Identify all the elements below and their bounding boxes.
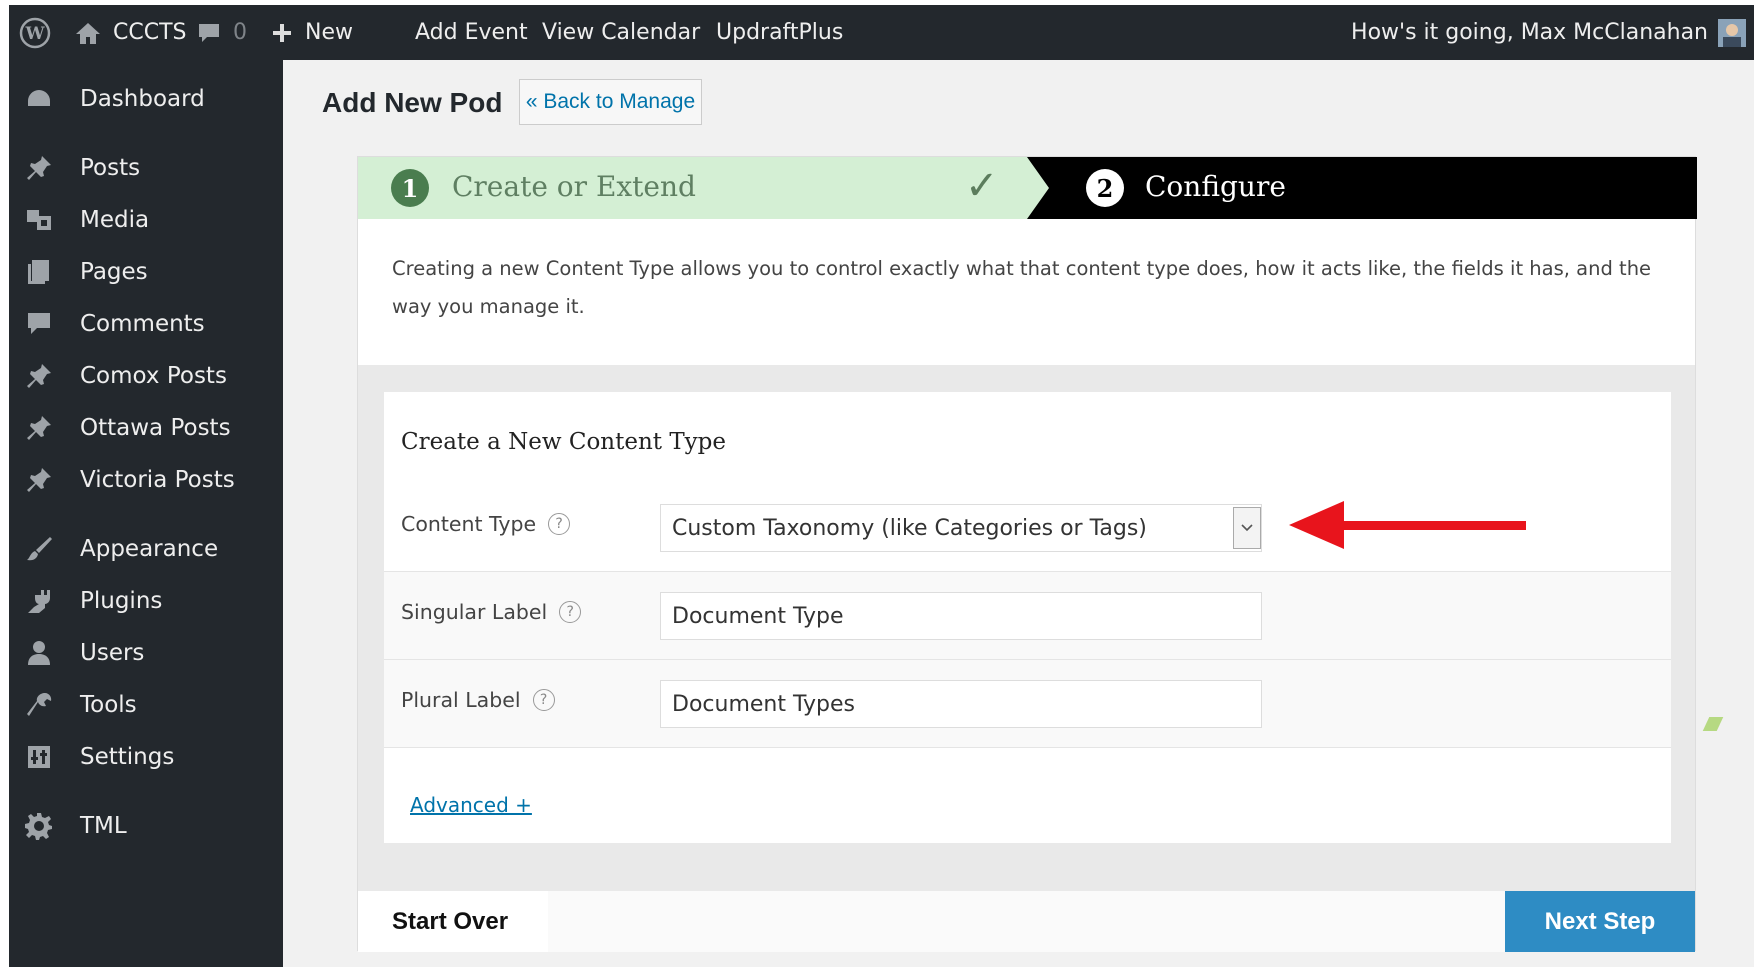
step2-number-badge: 2 (1086, 169, 1124, 207)
greeting-text: How's it going, Max McClanahan (1351, 20, 1708, 45)
singular-label-input[interactable]: Document Type (660, 592, 1262, 640)
content-type-selected-value: Custom Taxonomy (like Categories or Tags… (672, 515, 1147, 541)
sidebar-item-label: TML (80, 813, 127, 839)
sidebar-item-ottawa-posts[interactable]: Ottawa Posts (9, 406, 283, 450)
comment-icon (21, 306, 57, 342)
singular-label-row: Singular Label ? Document Type (384, 572, 1671, 660)
plural-label-input[interactable]: Document Types (660, 680, 1262, 728)
step1-number-badge: 1 (391, 169, 429, 207)
brush-icon (21, 531, 57, 567)
media-icon (21, 202, 57, 238)
checkmark-icon: ✓ (965, 163, 999, 209)
pin-icon (21, 358, 57, 394)
sidebar-item-label: Media (80, 207, 150, 233)
sidebar-item-dashboard[interactable]: Dashboard (9, 77, 283, 121)
sidebar-item-settings[interactable]: Settings (9, 735, 283, 779)
my-account-link[interactable]: How's it going, Max McClanahan (1351, 5, 1746, 60)
sidebar-item-label: Ottawa Posts (80, 415, 231, 441)
pages-icon (21, 254, 57, 290)
plural-label-row: Plural Label ? Document Types (384, 660, 1671, 748)
pin-icon (21, 150, 57, 186)
sidebar-item-label: Appearance (80, 536, 219, 562)
dashboard-icon (21, 81, 57, 117)
user-icon (21, 635, 57, 671)
sidebar-item-label: Victoria Posts (80, 467, 235, 493)
wizard-steps: 1 Create or Extend ✓ 2 Configure (358, 157, 1697, 219)
page-title: Add New Pod (322, 87, 503, 118)
sidebar-item-label: Settings (80, 744, 175, 770)
home-icon (75, 21, 101, 45)
sidebar-item-appearance[interactable]: Appearance (9, 527, 283, 571)
sidebar-item-comments[interactable]: Comments (9, 302, 283, 346)
wrench-icon (21, 687, 57, 723)
wizard-footer: Start Over Next Step (358, 891, 1695, 952)
avatar (1718, 18, 1746, 47)
intro-text: Creating a new Content Type allows you t… (392, 257, 1652, 318)
sidebar-item-tools[interactable]: Tools (9, 683, 283, 727)
singular-label: Singular Label (401, 600, 548, 624)
admin-sidebar: Dashboard Posts Media Pages Comments Com… (9, 60, 283, 967)
content-type-form: Create a New Content Type Content Type ?… (384, 392, 1671, 843)
plus-icon (271, 22, 293, 44)
svg-text:W: W (24, 24, 45, 44)
gear-icon (21, 808, 57, 844)
sidebar-item-posts[interactable]: Posts (9, 146, 283, 190)
step-divider-arrow (1027, 157, 1049, 219)
pin-icon (21, 410, 57, 446)
comments-count: 0 (233, 20, 247, 45)
site-name: CCCTS (113, 20, 187, 45)
help-icon[interactable]: ? (532, 689, 555, 711)
help-icon[interactable]: ? (559, 601, 582, 623)
intro-box: Creating a new Content Type allows you t… (358, 219, 1695, 365)
help-icon[interactable]: ? (548, 513, 571, 535)
sidebar-item-users[interactable]: Users (9, 631, 283, 675)
new-label: New (305, 20, 353, 45)
step-configure (1027, 157, 1697, 219)
comment-icon (197, 21, 221, 45)
plugin-icon (21, 583, 57, 619)
new-content-link[interactable]: New (271, 5, 353, 60)
sidebar-item-label: Tools (80, 692, 137, 718)
annotation-arrow-icon (1289, 501, 1526, 549)
plural-label-group: Plural Label ? (401, 688, 555, 712)
sidebar-item-label: Pages (80, 259, 148, 285)
content-type-label: Content Type (401, 512, 537, 536)
sidebar-item-comox-posts[interactable]: Comox Posts (9, 354, 283, 398)
content-type-select[interactable]: Custom Taxonomy (like Categories or Tags… (660, 504, 1262, 552)
sidebar-item-label: Dashboard (80, 86, 205, 112)
chevron-down-icon[interactable] (1233, 507, 1261, 549)
content-type-label-group: Content Type ? (401, 512, 571, 536)
add-event-link[interactable]: Add Event (415, 5, 528, 60)
site-name-link[interactable]: CCCTS (75, 5, 187, 60)
step1-label: Create or Extend (452, 170, 696, 203)
wordpress-logo-icon[interactable]: W (19, 5, 51, 60)
sidebar-item-label: Users (80, 640, 145, 666)
comments-link[interactable]: 0 (197, 5, 247, 60)
pin-icon (21, 462, 57, 498)
form-heading: Create a New Content Type (401, 429, 726, 455)
admin-bar: W CCCTS 0 New Add Event View Calendar Up… (9, 5, 1754, 60)
updraftplus-link[interactable]: UpdraftPlus (716, 5, 843, 60)
start-over-button[interactable]: Start Over (358, 891, 548, 952)
step2-label: Configure (1145, 170, 1286, 203)
settings-icon (21, 739, 57, 775)
sidebar-item-label: Comox Posts (80, 363, 227, 389)
back-to-manage-button[interactable]: « Back to Manage (519, 79, 702, 125)
sidebar-item-label: Comments (80, 311, 205, 337)
sidebar-item-plugins[interactable]: Plugins (9, 579, 283, 623)
sidebar-item-label: Plugins (80, 588, 163, 614)
sidebar-item-media[interactable]: Media (9, 198, 283, 242)
view-calendar-link[interactable]: View Calendar (542, 5, 700, 60)
advanced-options-link[interactable]: Advanced + (410, 793, 532, 817)
sidebar-item-tml[interactable]: TML (9, 804, 283, 848)
sidebar-item-victoria-posts[interactable]: Victoria Posts (9, 458, 283, 502)
sidebar-item-pages[interactable]: Pages (9, 250, 283, 294)
next-step-button[interactable]: Next Step (1505, 891, 1695, 952)
decorative-leaf (1702, 717, 1724, 731)
singular-label-group: Singular Label ? (401, 600, 582, 624)
browser-frame: W CCCTS 0 New Add Event View Calendar Up… (9, 5, 1754, 967)
sidebar-item-label: Posts (80, 155, 141, 181)
plural-label: Plural Label (401, 688, 521, 712)
